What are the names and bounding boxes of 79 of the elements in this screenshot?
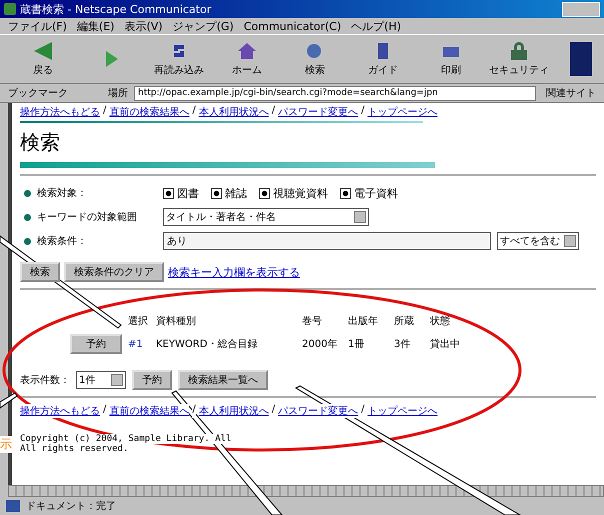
back-arrow-icon [32,41,54,61]
table-cell-text: 3件 [394,338,412,351]
toolbar-button[interactable]: ガイド [352,41,414,77]
nav-link[interactable]: 本人利用状況へ [198,105,269,119]
field-label: 検索条件： [37,234,88,248]
match-dropdown[interactable]: すべてを含む [497,232,579,250]
column-header: 状態 [430,314,451,328]
scope-dropdown[interactable]: タイトル・著者名・件名 [163,208,369,226]
checkbox[interactable] [340,188,351,198]
checkbox[interactable] [163,188,174,198]
separator: / [192,404,196,418]
reserve-button[interactable]: 予約 [70,334,122,354]
copyright-text: All rights reserved. [20,444,128,454]
nav-link[interactable]: 直前の検索結果へ [109,404,190,418]
count-label: 表示件数： [20,374,70,387]
callout-text: 示 [0,436,12,453]
bullet-icon [24,238,31,244]
url-field[interactable]: http://opac.example.jp/cgi-bin/search.cgi?mode=search&lang=jpn [134,86,536,100]
nav-link[interactable]: 本人利用状況へ [198,404,269,418]
toolbar-button[interactable]: 再読み込み [148,41,210,77]
menu-item[interactable]: ヘルプ(H) [351,18,402,34]
field-label: 検索対象： [37,186,88,200]
menu-item[interactable]: 表示(V) [124,18,163,34]
action-button[interactable]: 予約 [132,370,172,390]
nav-link[interactable]: トップページへ [368,404,438,418]
toolbar-button[interactable]: 戻る [12,41,74,77]
nav-link[interactable]: 直前の検索結果へ [109,105,190,119]
column-header: 所蔵 [394,314,415,328]
app-icon [4,3,16,15]
toolbar-button[interactable]: セキュリティ [488,41,550,77]
house-icon [236,41,258,61]
table-cell-text: #1 [128,338,144,350]
table-cell-text: 貸出中 [430,338,461,351]
form-button[interactable]: 検索 [20,262,60,282]
status-text: ドキュメント：完了 [26,500,116,513]
table-cell-text: 2000年 [302,338,338,351]
checkbox-label: 図書 [177,186,199,200]
column-header: 選択 [128,315,149,328]
bookmarks-button[interactable]: ブックマーク [4,86,72,100]
checkbox-label: 雑誌 [225,186,247,200]
column-header: 巻号 [302,315,323,328]
bullet-icon [24,190,31,196]
nav-link[interactable]: 操作方法へもどる [20,404,100,418]
toolbar-button[interactable]: ホーム [216,41,278,77]
nav-link[interactable]: 操作方法へもどる [20,105,100,119]
menu-item[interactable]: ファイル(F) [8,18,67,34]
menu-item[interactable]: 編集(E) [76,18,114,34]
logo-icon [570,42,592,76]
page-title: 検索 [20,129,61,156]
window-controls[interactable] [562,2,600,16]
related-sites-button[interactable]: 関連サイト [542,86,600,100]
checkbox[interactable] [259,188,270,198]
column-header: 出版年 [348,314,379,328]
menu-item[interactable]: Communicator(C) [244,20,342,32]
toggle-link[interactable]: 検索キー入力欄を表示する [168,264,300,280]
location-label: 場所 [108,86,128,100]
table-cell-text: KEYWORD・総合目録 [156,338,258,351]
window-title: 蔵書検索 - Netscape Communicator [20,2,212,16]
checkbox[interactable] [211,188,222,198]
nav-link[interactable]: パスワード変更へ [278,404,358,418]
checkbox-label: 電子資料 [354,186,398,200]
checkbox-label: 視聴覚資料 [273,186,328,200]
nav-link[interactable]: パスワード変更へ [278,105,358,119]
action-button[interactable]: 検索結果一覧へ [178,370,268,390]
security-icon [6,500,20,512]
field-label: キーワードの対象範囲 [37,210,138,224]
form-button[interactable]: 検索条件のクリア [64,262,164,282]
keyword-field[interactable]: あり [163,232,491,250]
bullet-icon [24,214,31,220]
nav-link[interactable]: トップページへ [368,105,438,119]
toolbar-button[interactable]: 検索 [284,41,346,77]
count-dropdown[interactable]: 1件 [76,371,126,389]
copyright-text: Copyright (c) 2004, Sample Library. All [20,434,232,444]
toolbar-button[interactable]: 印刷 [420,41,482,77]
lock-icon [508,41,530,61]
menu-item[interactable]: ジャンプ(G) [172,18,234,34]
table-cell-text: 1冊 [348,338,366,351]
scrollbar[interactable] [8,485,604,497]
column-header: 資料種別 [156,314,197,328]
